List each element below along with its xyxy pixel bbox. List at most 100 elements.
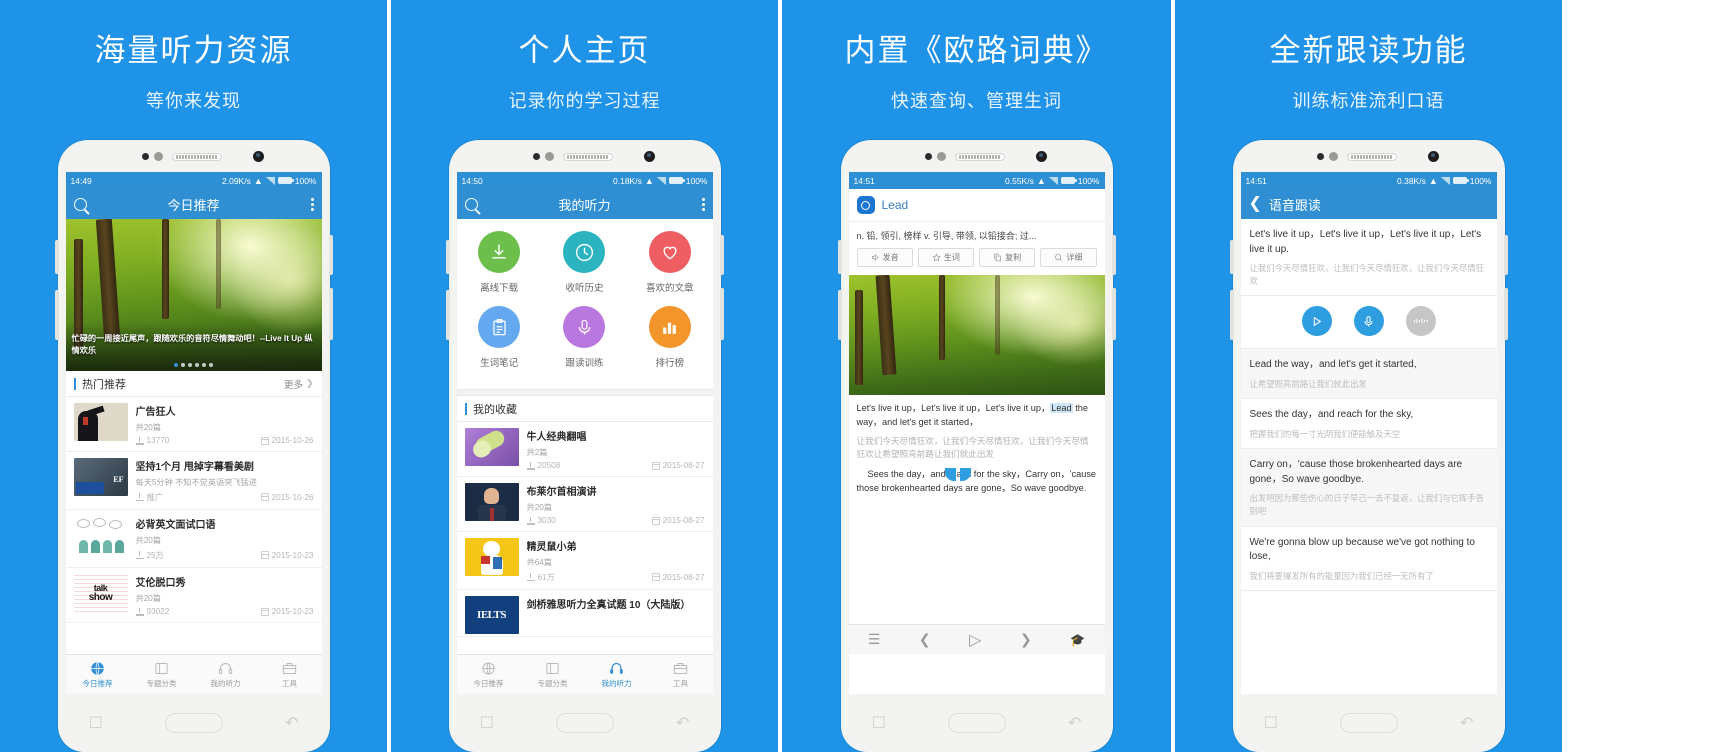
item-count: 13770 — [146, 436, 170, 445]
record-button[interactable] — [1353, 306, 1384, 337]
calendar-icon — [651, 573, 660, 581]
panel-subtitle: 等你来发现 — [146, 91, 241, 112]
hero-banner[interactable]: 忙碌的一周接近尾声，跟随欢乐的音符尽情舞动吧！--Live It Up 纵情欢乐 — [65, 219, 322, 371]
list-item[interactable]: 牛人经典翻唱 共2篇 20508 2015-08-27 — [456, 422, 713, 477]
item-date: 2015-08-27 — [662, 572, 705, 582]
sentence-block[interactable]: We're gonna blow up because we've got no… — [1240, 527, 1497, 592]
bottom-tab-bar: 今日推荐 专题分类 我的听力 工具 — [456, 654, 713, 694]
divider — [456, 389, 713, 396]
carousel-dots[interactable] — [66, 363, 322, 367]
sentence-en: Sees the day，and reach for the sky, — [1249, 409, 1414, 421]
toolbox-icon — [282, 662, 297, 674]
tab-categories[interactable]: 专题分类 — [521, 655, 585, 694]
copy-button[interactable]: 复制 — [979, 248, 1036, 267]
tab-tools[interactable]: 工具 — [649, 655, 713, 694]
sentence-block[interactable]: Carry on，'cause those brokenhearted days… — [1240, 449, 1497, 527]
grid-item-favorites[interactable]: 喜欢的文章 — [627, 231, 712, 294]
recents-icon[interactable]: ☐ — [1264, 713, 1278, 733]
thumbnail: talk show — [73, 574, 128, 612]
status-time: 14:51 — [853, 175, 875, 186]
pronounce-button[interactable]: 发音 — [856, 248, 913, 267]
tab-categories[interactable]: 专题分类 — [130, 655, 194, 694]
play-button[interactable] — [1301, 306, 1332, 337]
tab-today[interactable]: 今日推荐 — [66, 655, 130, 694]
sentence-block[interactable]: Let's live it up，Let's live it up，Let's … — [1240, 219, 1497, 297]
grid-item-history[interactable]: 收听历史 — [542, 231, 627, 294]
signal-icon — [1048, 176, 1058, 185]
play-icon[interactable]: ▷ — [969, 630, 981, 650]
back-icon[interactable]: ↶ — [285, 713, 298, 733]
tab-today[interactable]: 今日推荐 — [457, 655, 521, 694]
download-icon — [135, 551, 144, 559]
grid-item-vocab-notes[interactable]: 生词笔记 — [457, 306, 542, 369]
home-button[interactable] — [164, 713, 223, 733]
book-icon — [546, 662, 559, 674]
grid-item-read-along[interactable]: 跟读训练 — [542, 306, 627, 369]
chevron-left-icon[interactable]: ❮ — [1249, 196, 1262, 212]
toolbox-icon — [673, 662, 688, 674]
item-title: 牛人经典翻唱 — [526, 432, 587, 443]
back-icon[interactable]: ↶ — [1460, 713, 1473, 733]
download-icon — [135, 436, 144, 445]
recents-icon[interactable]: ☐ — [89, 713, 103, 733]
app-bar: ❮ 语音跟读 — [1240, 189, 1497, 219]
home-button[interactable] — [1339, 713, 1398, 733]
next-icon[interactable]: ❯ — [1020, 631, 1032, 648]
sensor-icon — [924, 153, 932, 160]
phone-mockup: 14:51 0.38K/s ▲ 100% ❮ 语音跟读 Let's live i… — [1229, 140, 1508, 752]
recents-icon[interactable]: ☐ — [480, 713, 494, 733]
list-icon[interactable]: ☰ — [868, 631, 881, 648]
wifi-icon: ▲ — [253, 175, 263, 186]
earpiece-speaker — [562, 153, 613, 161]
list-item[interactable]: IELTS 剑桥雅思听力全真试题 10（大陆版） — [456, 590, 713, 637]
grid-item-offline-download[interactable]: 离线下载 — [457, 231, 542, 294]
list-item[interactable]: 必背英文面试口语 共20篇 25万 2015-10-23 — [65, 510, 322, 568]
list-item[interactable]: 精灵鼠小弟 共64篇 61万 2015-08-27 — [456, 532, 713, 590]
sentence-cn: 让希望照亮前路让我们就此出发 — [1249, 378, 1367, 389]
home-button[interactable] — [947, 713, 1006, 733]
graduation-icon[interactable]: 🎓 — [1070, 633, 1085, 647]
back-icon[interactable]: ↶ — [1068, 713, 1081, 733]
more-link[interactable]: 更多 ❯ — [284, 377, 314, 391]
front-camera-icon — [1035, 151, 1047, 162]
tab-my-listening[interactable]: 我的听力 — [194, 655, 258, 694]
grid-item-label: 喜欢的文章 — [646, 283, 694, 294]
chevron-right-icon: ❯ — [305, 378, 314, 388]
panel-subtitle: 快速查询、管理生词 — [891, 91, 1062, 112]
back-icon[interactable]: ↶ — [676, 713, 689, 733]
search-icon[interactable] — [73, 197, 87, 211]
sentence-block[interactable]: Sees the day，and reach for the sky, 把握我们… — [1240, 399, 1497, 450]
sentence-block[interactable]: Lead the way，and let's get it started, 让… — [1240, 349, 1497, 400]
wifi-icon: ▲ — [644, 175, 654, 186]
download-icon — [135, 607, 144, 616]
button-label: 复制 — [1005, 253, 1022, 262]
list-item[interactable]: EF 坚持1个月 甩掉字幕看美剧 每天5分钟 不知不觉英语突飞猛进 推广 201… — [65, 452, 322, 510]
article-text[interactable]: Let's live it up，Let's live it up，Let's … — [849, 395, 1105, 503]
recents-icon[interactable]: ☐ — [872, 713, 886, 733]
status-battery: 100% — [1077, 175, 1100, 186]
thumbnail — [464, 483, 519, 521]
text-selection-handles[interactable] — [944, 468, 971, 498]
item-subtitle: 每天5分钟 不知不觉英语突飞猛进 — [135, 478, 257, 487]
more-vertical-icon[interactable] — [701, 197, 705, 211]
list-item[interactable]: 广告狂人 共20篇 13770 2015-10-26 — [65, 397, 322, 452]
grid-item-ranking[interactable]: 排行榜 — [627, 306, 712, 369]
prev-icon[interactable]: ❮ — [919, 631, 931, 648]
thumbnail: EF — [73, 458, 128, 496]
item-count: 推广 — [146, 493, 163, 502]
details-button[interactable]: 详细 — [1040, 248, 1097, 267]
tab-tools[interactable]: 工具 — [258, 655, 322, 694]
list-item[interactable]: 布莱尔首相演讲 共20篇 3030 2015-08-27 — [456, 477, 713, 532]
playback-button[interactable] — [1405, 306, 1436, 337]
add-vocab-button[interactable]: 生词 — [917, 248, 974, 267]
phone-side-button — [328, 288, 333, 340]
tab-my-listening[interactable]: 我的听力 — [585, 655, 649, 694]
search-icon[interactable] — [464, 197, 478, 211]
sensor-icon — [1316, 153, 1324, 160]
more-vertical-icon[interactable] — [310, 197, 314, 211]
section-header-favorites: 我的收藏 — [456, 396, 713, 422]
list-item[interactable]: talk show 艾伦脱口秀 共20篇 93022 2015-10-23 — [65, 568, 322, 623]
grid-item-label: 收听历史 — [565, 283, 604, 294]
highlighted-word[interactable]: Lead — [1050, 403, 1073, 413]
home-button[interactable] — [555, 713, 614, 733]
